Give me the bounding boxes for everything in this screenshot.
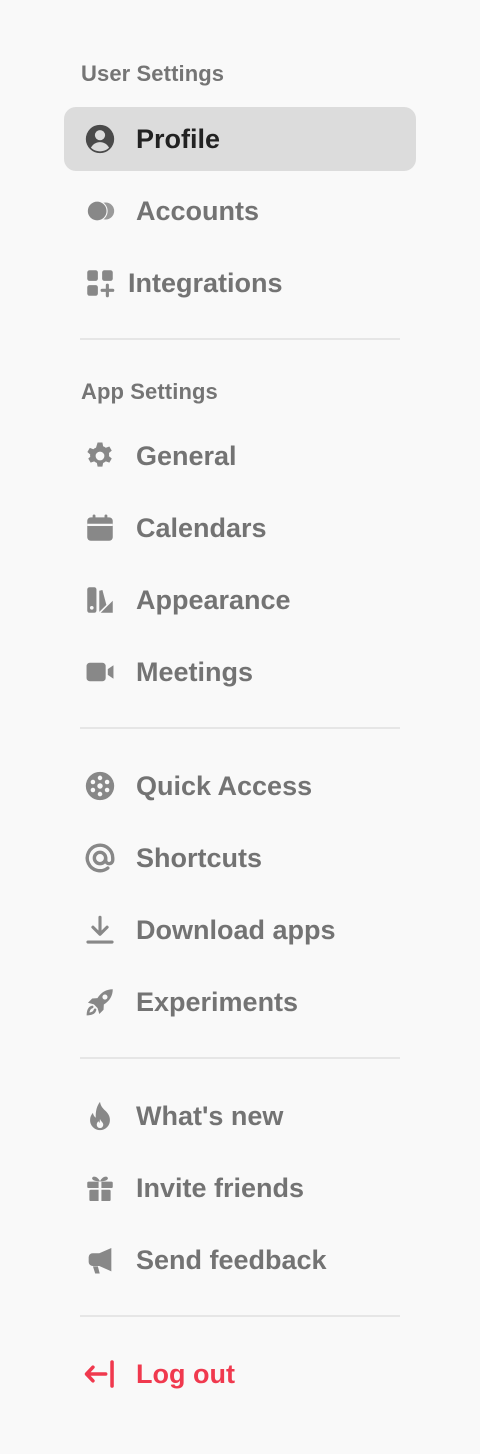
nav-item-label: Appearance <box>136 585 291 615</box>
nav-item-label: Profile <box>136 124 221 154</box>
nav-item-label: Download apps <box>136 915 336 945</box>
rocket-icon <box>82 986 118 1018</box>
nav-item-integrations[interactable]: Integrations <box>64 251 416 315</box>
gift-icon <box>82 1172 118 1204</box>
nav-item-label: Calendars <box>136 513 267 543</box>
megaphone-icon <box>82 1244 118 1276</box>
toggle-icon <box>82 195 118 227</box>
fire-icon <box>82 1100 118 1132</box>
nav-item-label: What's new <box>136 1101 284 1131</box>
divider <box>80 1057 400 1059</box>
section-title-user-settings: User Settings <box>81 61 225 86</box>
logout-arrow-icon <box>82 1358 118 1390</box>
nav-item-label: Accounts <box>136 196 260 226</box>
divider <box>80 1315 400 1317</box>
palette-icon <box>82 584 118 616</box>
nav-item-quick-access[interactable]: Quick Access <box>64 754 416 818</box>
user-circle-icon <box>82 123 118 155</box>
video-camera-icon <box>82 656 118 688</box>
nav-item-logout[interactable]: Log out <box>64 1342 416 1406</box>
nav-item-label: Quick Access <box>136 771 313 801</box>
nav-item-send-feedback[interactable]: Send feedback <box>64 1228 416 1292</box>
nav-item-general[interactable]: General <box>64 424 416 488</box>
nav-item-label: Integrations <box>128 268 283 298</box>
nav-item-appearance[interactable]: Appearance <box>64 568 416 632</box>
nav-item-experiments[interactable]: Experiments <box>64 970 416 1034</box>
calendar-icon <box>82 512 118 544</box>
divider <box>80 338 400 340</box>
nav-item-label: Shortcuts <box>136 843 263 873</box>
nav-item-accounts[interactable]: Accounts <box>64 179 416 243</box>
nav-item-label: Meetings <box>136 657 254 687</box>
nav-item-label: Log out <box>136 1359 235 1389</box>
download-icon <box>82 914 118 946</box>
grid-plus-icon <box>82 267 118 299</box>
aperture-icon <box>82 770 118 802</box>
nav-item-invite-friends[interactable]: Invite friends <box>64 1156 416 1220</box>
nav-item-whats-new[interactable]: What's new <box>64 1084 416 1148</box>
nav-item-label: Invite friends <box>136 1173 305 1203</box>
divider <box>80 727 400 729</box>
section-title-app-settings: App Settings <box>81 379 218 404</box>
nav-item-label: Experiments <box>136 987 299 1017</box>
settings-sidebar: User Settings Profile Accounts Integrati… <box>0 0 480 1454</box>
at-sign-icon <box>82 842 118 874</box>
nav-item-calendars[interactable]: Calendars <box>64 496 416 560</box>
nav-item-download-apps[interactable]: Download apps <box>64 898 416 962</box>
nav-item-label: Send feedback <box>136 1245 327 1275</box>
nav-item-profile[interactable]: Profile <box>64 107 416 171</box>
gear-icon <box>82 440 118 472</box>
nav-item-label: General <box>136 441 237 471</box>
nav-item-shortcuts[interactable]: Shortcuts <box>64 826 416 890</box>
nav-item-meetings[interactable]: Meetings <box>64 640 416 704</box>
